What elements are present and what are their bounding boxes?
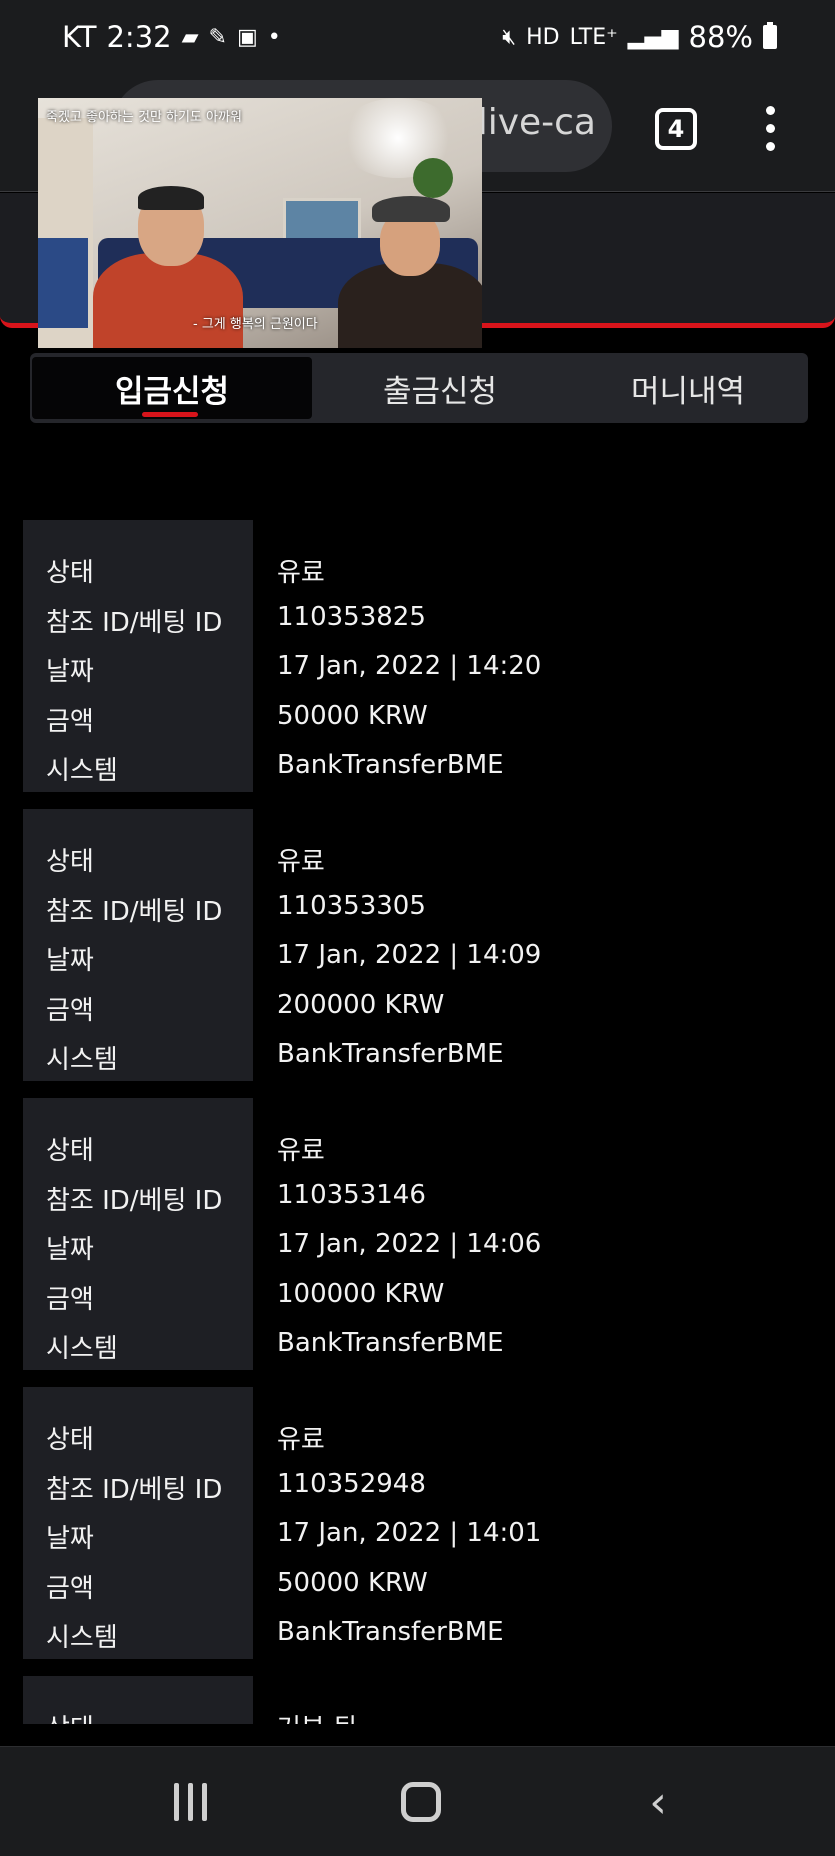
record-row: 날짜 17 Jan, 2022 | 14:06 xyxy=(23,1221,813,1270)
record-row: 시스템 BankTransferBME xyxy=(23,1609,813,1658)
ref-id-label: 참조 ID/베팅 ID xyxy=(46,1186,223,1216)
date-value: 17 Jan, 2022 | 14:09 xyxy=(277,940,542,970)
more-menu-icon[interactable] xyxy=(760,106,780,152)
amount-label: 금액 xyxy=(46,707,94,737)
hd-icon: HD xyxy=(526,24,560,50)
network-label: LTE⁺ xyxy=(569,24,618,50)
status-bar-right: 🔇︎ HD LTE⁺ ▂▄▆ 88% xyxy=(502,20,777,54)
system-label: 시스템 xyxy=(46,1623,118,1653)
deposit-record: 상태 유료 참조 ID/베팅 ID 110353146 날짜 17 Jan, 2… xyxy=(23,1098,813,1370)
amount-value: 100000 KRW xyxy=(277,1279,445,1309)
volte-icon: ✎ xyxy=(208,24,227,50)
amount-value: 200000 KRW xyxy=(277,990,445,1020)
ref-id-label: 참조 ID/베팅 ID xyxy=(46,897,223,927)
record-row: 시스템 BankTransferBME xyxy=(23,1031,813,1080)
tab-deposit-request[interactable]: 입금신청 xyxy=(32,357,312,419)
record-row: 참조 ID/베팅 ID 110353825 xyxy=(23,594,813,643)
back-icon[interactable]: ‹ xyxy=(638,1777,678,1828)
status-value: 유료 xyxy=(277,558,325,588)
deposit-record-partial: 상태 거부 됨 xyxy=(23,1676,813,1724)
ref-id-value: 110353305 xyxy=(277,891,426,921)
battery-icon xyxy=(763,22,777,49)
url-text[interactable]: /live-ca xyxy=(466,102,596,143)
record-row: 상태 유료 xyxy=(23,1122,813,1171)
battery-percent: 88% xyxy=(688,20,753,54)
date-label: 날짜 xyxy=(46,946,94,976)
record-row: 상태 유료 xyxy=(23,833,813,882)
deposit-record: 상태 유료 참조 ID/베팅 ID 110353305 날짜 17 Jan, 2… xyxy=(23,809,813,1081)
record-row: 참조 ID/베팅 ID 110353305 xyxy=(23,883,813,932)
ref-id-value: 110353146 xyxy=(277,1180,426,1210)
record-row: 상태 유료 xyxy=(23,1411,813,1460)
status-value: 유료 xyxy=(277,1136,325,1166)
tab-switcher-button[interactable]: 4 xyxy=(655,108,697,150)
ref-id-label: 참조 ID/베팅 ID xyxy=(46,1475,223,1505)
date-value: 17 Jan, 2022 | 14:20 xyxy=(277,651,542,681)
record-row: 상태 유료 xyxy=(23,544,813,593)
record-row: 시스템 BankTransferBME xyxy=(23,742,813,791)
ref-id-value: 110352948 xyxy=(277,1469,426,1499)
signal-icon: ▂▄▆ xyxy=(627,24,679,50)
status-bar-left: KT 2:32 ▰ ✎ ▣ • xyxy=(62,20,281,54)
record-row: 날짜 17 Jan, 2022 | 14:09 xyxy=(23,932,813,981)
chat-icon: ▰ xyxy=(181,24,199,50)
status-label: 상태 xyxy=(46,1425,94,1455)
clock: 2:32 xyxy=(106,20,172,54)
dot-icon: • xyxy=(267,24,281,50)
transaction-tabs: 입금신청 출금신청 머니내역 xyxy=(30,353,808,423)
status-value: 유료 xyxy=(277,1425,325,1455)
date-value: 17 Jan, 2022 | 14:06 xyxy=(277,1229,542,1259)
video-subtitle: - 그게 행복의 근원이다 xyxy=(193,317,318,332)
system-navigation-bar: ‹ xyxy=(0,1746,835,1856)
image-icon: ▣ xyxy=(236,24,258,50)
amount-label: 금액 xyxy=(46,1574,94,1604)
date-label: 날짜 xyxy=(46,1235,94,1265)
system-value: BankTransferBME xyxy=(277,750,504,780)
ref-id-value: 110353825 xyxy=(277,602,426,632)
status-bar: KT 2:32 ▰ ✎ ▣ • 🔇︎ HD LTE⁺ ▂▄▆ 88% xyxy=(0,0,835,80)
system-label: 시스템 xyxy=(46,1334,118,1364)
date-label: 날짜 xyxy=(46,1524,94,1554)
system-value: BankTransferBME xyxy=(277,1039,504,1069)
picture-in-picture-video[interactable]: 죽겠고 좋아하는 것만 하기도 아까워 - 그게 행복의 근원이다 xyxy=(38,98,482,348)
record-row: 참조 ID/베팅 ID 110352948 xyxy=(23,1461,813,1510)
status-label: 상태 xyxy=(46,847,94,877)
system-value: BankTransferBME xyxy=(277,1617,504,1647)
record-row: 참조 ID/베팅 ID 110353146 xyxy=(23,1172,813,1221)
record-row: 시스템 BankTransferBME xyxy=(23,1320,813,1369)
system-label: 시스템 xyxy=(46,756,118,786)
status-value: 거부 됨 xyxy=(277,1708,357,1724)
record-row: 금액 50000 KRW xyxy=(23,693,813,742)
amount-value: 50000 KRW xyxy=(277,701,428,731)
tab-money-history[interactable]: 머니내역 xyxy=(570,353,806,423)
record-row: 금액 50000 KRW xyxy=(23,1560,813,1609)
date-value: 17 Jan, 2022 | 14:01 xyxy=(277,1518,542,1548)
record-row: 날짜 17 Jan, 2022 | 14:01 xyxy=(23,1510,813,1559)
status-label: 상태 xyxy=(46,558,94,588)
deposit-record: 상태 유료 참조 ID/베팅 ID 110352948 날짜 17 Jan, 2… xyxy=(23,1387,813,1659)
ref-id-label: 참조 ID/베팅 ID xyxy=(46,608,223,638)
system-value: BankTransferBME xyxy=(277,1328,504,1358)
deposit-record: 상태 유료 참조 ID/베팅 ID 110353825 날짜 17 Jan, 2… xyxy=(23,520,813,792)
system-label: 시스템 xyxy=(46,1045,118,1075)
mute-icon: 🔇︎ xyxy=(502,24,517,50)
status-label: 상태 xyxy=(46,1708,94,1724)
home-icon[interactable] xyxy=(398,1777,444,1827)
status-label: 상태 xyxy=(46,1136,94,1166)
amount-label: 금액 xyxy=(46,996,94,1026)
record-row: 금액 100000 KRW xyxy=(23,1271,813,1320)
recent-apps-icon[interactable] xyxy=(165,1777,215,1827)
record-row: 금액 200000 KRW xyxy=(23,982,813,1031)
status-value: 유료 xyxy=(277,847,325,877)
amount-label: 금액 xyxy=(46,1285,94,1315)
amount-value: 50000 KRW xyxy=(277,1568,428,1598)
date-label: 날짜 xyxy=(46,657,94,687)
video-top-caption: 죽겠고 좋아하는 것만 하기도 아까워 xyxy=(46,110,242,125)
carrier-label: KT xyxy=(62,20,97,54)
record-row: 날짜 17 Jan, 2022 | 14:20 xyxy=(23,643,813,692)
tab-withdraw-request[interactable]: 출금신청 xyxy=(320,353,560,423)
